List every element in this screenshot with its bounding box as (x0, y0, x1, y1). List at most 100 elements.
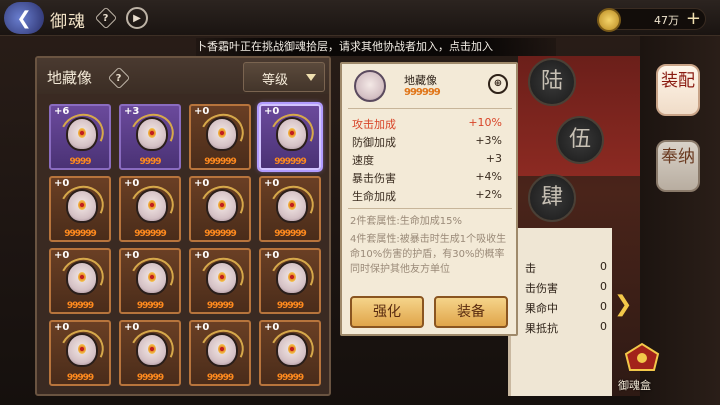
soul-level: +0 (54, 178, 70, 189)
soul-box-icon[interactable] (620, 340, 664, 374)
panel-help-icon[interactable]: ? (107, 66, 131, 90)
jizo-statue-icon (276, 261, 308, 295)
jizo-statue-icon (136, 117, 168, 151)
soul-stars: 99999 (66, 301, 94, 311)
add-coins-button[interactable]: + (686, 10, 701, 28)
soul-level: +0 (124, 250, 140, 261)
currency-display: 47万 + (597, 8, 706, 32)
sheet-row: 击伤害 0 (525, 280, 607, 295)
soul-card[interactable]: +0 99999 (119, 248, 181, 314)
soul-stars: 99999 (136, 301, 164, 311)
sub-stat-row: 速度 +3 (352, 152, 502, 167)
tab-offer[interactable]: 奉纳 (656, 140, 700, 192)
soul-level: +0 (54, 322, 70, 333)
soul-card[interactable]: +0 99999 (119, 320, 181, 386)
panel-header: 地藏像 ? 等级 (37, 58, 329, 94)
soul-stars: 9999 (69, 157, 91, 167)
soul-level: +0 (264, 178, 280, 189)
soul-detail-popup: 地藏像 999999 ⊕ 攻击加成 +10% 防御加成 +3% 速度 +3 暴击伤害 +… (340, 62, 518, 336)
soul-card[interactable]: +0 999999 (49, 176, 111, 242)
back-arrow-icon: ❮ (16, 7, 32, 29)
soul-stars: 999999 (274, 157, 307, 167)
divider (348, 208, 512, 209)
jizo-statue-icon (276, 333, 308, 367)
soul-stars: 999999 (404, 87, 441, 98)
soul-stars: 99999 (206, 301, 234, 311)
soul-level: +3 (124, 106, 140, 117)
jizo-statue-icon (206, 333, 238, 367)
sheet-row: 果抵抗 0 (525, 320, 607, 335)
soul-stars: 9999 (139, 157, 161, 167)
jizo-statue-icon (136, 261, 168, 295)
main-stat-row: 攻击加成 +10% (352, 116, 502, 131)
soul-stars: 999999 (274, 229, 307, 239)
jizo-statue-icon (206, 261, 238, 295)
soul-stars: 999999 (64, 229, 97, 239)
soul-level: +0 (264, 106, 280, 117)
slot-5-button[interactable]: 伍 (556, 116, 604, 164)
soul-card[interactable]: +0 99999 (49, 248, 111, 314)
soul-card[interactable]: +0 999999 (259, 104, 321, 170)
soul-card[interactable]: +0 999999 (189, 104, 251, 170)
soul-stars: 99999 (276, 373, 304, 383)
coin-icon (597, 8, 621, 32)
soul-card[interactable]: +0 999999 (189, 176, 251, 242)
soul-level: +6 (54, 106, 70, 117)
back-button[interactable]: ❮ (4, 2, 44, 34)
soul-stars: 99999 (276, 301, 304, 311)
soul-card[interactable]: +0 99999 (189, 320, 251, 386)
jizo-statue-icon (136, 189, 168, 223)
soul-level: +0 (194, 106, 210, 117)
chevron-down-icon (306, 74, 316, 81)
soul-stars: 999999 (204, 157, 237, 167)
soul-card[interactable]: +3 9999 (119, 104, 181, 170)
soul-card[interactable]: +0 999999 (259, 176, 321, 242)
stats-sheet: 击0 击伤害 0 果命中 0 果抵抗 0 (508, 228, 612, 396)
soul-level: +0 (124, 322, 140, 333)
set-4-description: 4件套属性:被暴击时生成1个吸收生命10%伤害的护盾，有30%的概率同时保护其他… (350, 234, 507, 275)
sort-dropdown[interactable]: 等级 (243, 62, 325, 92)
soul-box-label: 御魂盒 (618, 379, 651, 392)
jizo-statue-icon (276, 189, 308, 223)
soul-stars: 99999 (136, 373, 164, 383)
jizo-statue-icon (276, 117, 308, 151)
soul-stars: 999999 (134, 229, 167, 239)
detail-header: 地藏像 999999 ⊕ (342, 64, 516, 104)
sort-label: 等级 (262, 73, 289, 88)
sheet-row: 击0 (525, 260, 607, 275)
top-bar: ❮ 御魂 ? ▶ 47万 + (0, 0, 720, 36)
soul-level: +0 (264, 322, 280, 333)
soul-level: +0 (54, 250, 70, 261)
soul-card[interactable]: +0 99999 (49, 320, 111, 386)
soul-level: +0 (264, 250, 280, 261)
coin-amount: 47万 (654, 14, 679, 27)
slot-4-button[interactable]: 肆 (528, 174, 576, 222)
soul-level: +0 (194, 178, 210, 189)
soul-level: +0 (124, 178, 140, 189)
broadcast-marquee[interactable]: 卜香霜叶正在挑战御魂拾层，请求其他协战者加入，点击加入 (196, 38, 556, 56)
divider (348, 108, 512, 109)
slot-6-button[interactable]: 陆 (528, 58, 576, 106)
soul-level: +0 (194, 250, 210, 261)
soul-card[interactable]: +0 99999 (259, 248, 321, 314)
sheet-row: 果命中 0 (525, 300, 607, 315)
soul-level: +0 (194, 322, 210, 333)
soul-card[interactable]: +0 99999 (189, 248, 251, 314)
equip-button[interactable]: 装备 (434, 296, 508, 328)
soul-card[interactable]: +0 999999 (119, 176, 181, 242)
tab-equip[interactable]: 装配 (656, 64, 700, 116)
help-icon[interactable]: ? (94, 6, 118, 30)
set-2-description: 2件套属性:生命加成15% (350, 216, 462, 227)
sub-stat-row: 生命加成 +2% (352, 188, 502, 203)
jizo-statue-icon (206, 117, 238, 151)
soul-name: 地藏像 (404, 74, 437, 87)
soul-stars: 99999 (206, 373, 234, 383)
jizo-statue-icon (66, 333, 98, 367)
lock-icon[interactable]: ⊕ (488, 74, 508, 94)
play-icon[interactable]: ▶ (126, 7, 148, 29)
jizo-statue-icon (66, 117, 98, 151)
next-arrow-icon[interactable]: ❯ (614, 292, 632, 317)
enhance-button[interactable]: 强化 (350, 296, 424, 328)
soul-card[interactable]: +0 99999 (259, 320, 321, 386)
soul-card[interactable]: +6 9999 (49, 104, 111, 170)
